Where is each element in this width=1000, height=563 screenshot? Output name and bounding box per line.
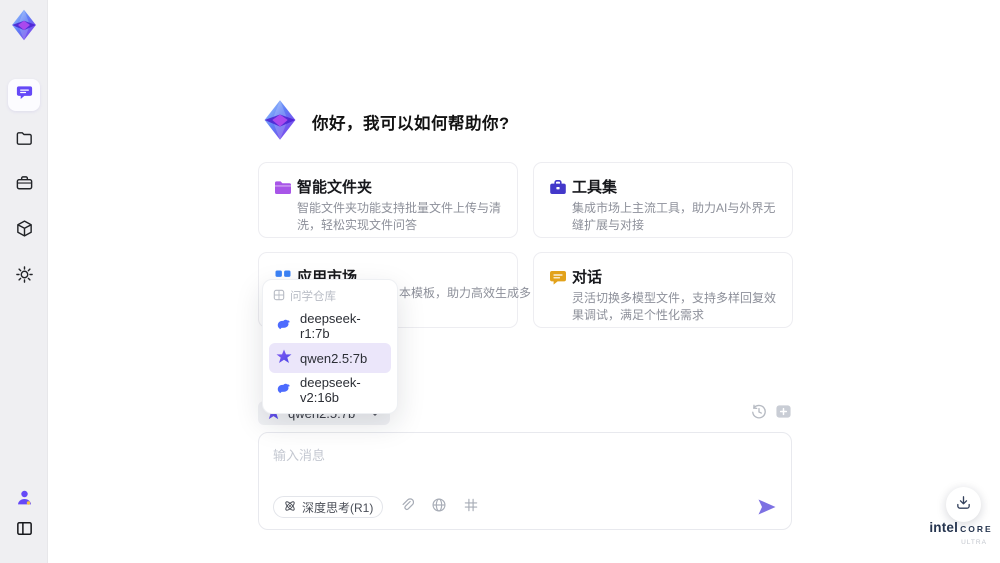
composer-toolbar: 深度思考(R1) bbox=[273, 496, 777, 518]
dropdown-group-label: 问学仓库 bbox=[269, 287, 391, 309]
deepseek-whale-icon bbox=[276, 317, 292, 336]
model-option-qwen[interactable]: qwen2.5:7b bbox=[269, 343, 391, 373]
new-chat-button[interactable] bbox=[775, 403, 792, 420]
apps-shortcut-button[interactable] bbox=[462, 498, 479, 517]
card-description: 集成市场上主流工具，助力AI与外界无缝扩展与对接 bbox=[572, 201, 776, 232]
folder-icon bbox=[15, 129, 34, 153]
user-icon bbox=[15, 488, 34, 512]
card-smart-folder[interactable]: 智能文件夹 智能文件夹功能支持批量文件上传与清洗，轻松实现文件问答 bbox=[258, 162, 518, 238]
globe-icon bbox=[431, 497, 447, 518]
new-chat-icon bbox=[775, 405, 792, 424]
model-option-label: deepseek-v2:16b bbox=[300, 375, 361, 405]
gear-icon bbox=[15, 265, 34, 289]
sidebar-item-chat[interactable] bbox=[8, 79, 40, 111]
core-wordmark: core bbox=[960, 524, 993, 534]
sidebar-item-models[interactable] bbox=[8, 215, 40, 247]
download-icon bbox=[955, 494, 972, 516]
card-description: 本模板，助力高效生成多 bbox=[399, 286, 532, 300]
model-option-deepseek-v2[interactable]: deepseek-v2:16b bbox=[269, 375, 391, 405]
send-button[interactable] bbox=[757, 498, 777, 516]
download-button[interactable] bbox=[946, 487, 981, 522]
card-description: 灵活切换多模型文件，支持多样回复效果调试，满足个性化需求 bbox=[572, 291, 777, 322]
web-search-button[interactable] bbox=[430, 497, 447, 518]
deep-think-label: 深度思考(R1) bbox=[302, 500, 374, 515]
briefcase-icon bbox=[15, 174, 34, 198]
chat-bubble-icon bbox=[548, 268, 568, 288]
message-composer: 深度思考(R1) bbox=[258, 432, 792, 530]
sidebar-item-account[interactable] bbox=[8, 484, 40, 516]
history-icon bbox=[751, 404, 767, 424]
card-title: 对话 bbox=[572, 269, 603, 286]
repo-icon bbox=[273, 289, 285, 304]
model-option-deepseek-r1[interactable]: deepseek-r1:7b bbox=[269, 311, 391, 341]
deep-think-atom-icon bbox=[283, 499, 297, 516]
hero-logo-icon bbox=[258, 98, 302, 142]
card-dialogue[interactable]: 对话 灵活切换多模型文件，支持多样回复效果调试，满足个性化需求 bbox=[533, 252, 793, 328]
sidebar-item-settings[interactable] bbox=[8, 261, 40, 293]
model-dropdown: 问学仓库 deepseek-r1:7b qwen2.5:7b deepseek-… bbox=[262, 279, 398, 414]
message-input[interactable] bbox=[273, 445, 773, 487]
sidebar-item-folders[interactable] bbox=[8, 125, 40, 157]
card-title: 智能文件夹 bbox=[297, 179, 373, 196]
qwen-star-icon bbox=[276, 349, 292, 368]
app-window: 你好，我可以如何帮助你? 智能文件夹 智能文件夹功能支持批量文件上传与清洗，轻松… bbox=[0, 0, 1000, 563]
attach-button[interactable] bbox=[398, 497, 415, 518]
history-button[interactable] bbox=[751, 404, 767, 420]
deep-think-toggle[interactable]: 深度思考(R1) bbox=[273, 496, 384, 518]
intel-wordmark: intel bbox=[929, 520, 959, 535]
chat-bubble-icon bbox=[15, 83, 34, 107]
sidebar bbox=[0, 0, 48, 563]
grid-icon bbox=[464, 498, 478, 517]
card-title: 工具集 bbox=[572, 179, 618, 196]
deepseek-whale-icon bbox=[276, 381, 292, 400]
briefcase-icon bbox=[548, 178, 568, 198]
paperclip-icon bbox=[400, 497, 414, 518]
card-toolset[interactable]: 工具集 集成市场上主流工具，助力AI与外界无缝扩展与对接 bbox=[533, 162, 793, 238]
ultra-wordmark: ultra bbox=[961, 539, 987, 546]
folder-icon bbox=[273, 178, 293, 198]
panel-toggle-icon bbox=[15, 519, 34, 543]
intel-core-badge: intel core ultra bbox=[922, 521, 1000, 550]
sidebar-item-collapse[interactable] bbox=[8, 515, 40, 547]
model-option-label: qwen2.5:7b bbox=[300, 350, 368, 366]
card-description: 智能文件夹功能支持批量文件上传与清洗，轻松实现文件问答 bbox=[297, 201, 502, 232]
sidebar-item-toolbox[interactable] bbox=[8, 170, 40, 202]
app-logo-icon bbox=[7, 8, 41, 42]
model-option-label: deepseek-r1:7b bbox=[300, 311, 361, 341]
page-title: 你好，我可以如何帮助你? bbox=[312, 115, 510, 133]
cube-icon bbox=[15, 219, 34, 243]
send-icon bbox=[757, 499, 777, 520]
